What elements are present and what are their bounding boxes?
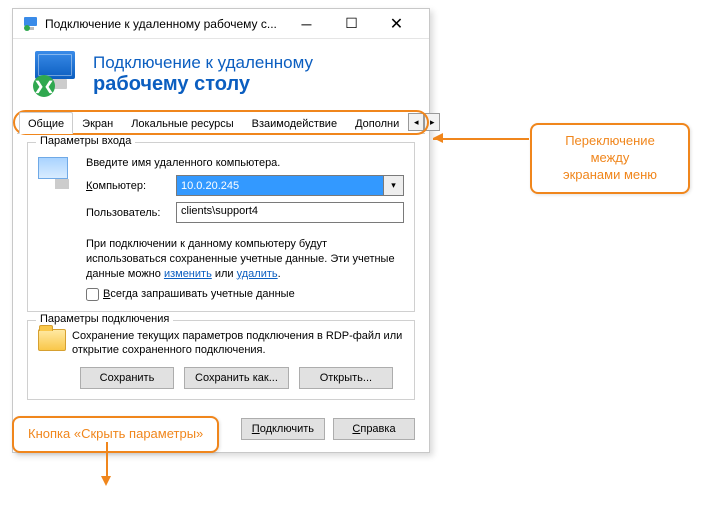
tabs-bar: Общие Экран Локальные ресурсы Взаимодейс… [17,111,425,134]
login-computer-icon [38,157,86,229]
tab-local-resources[interactable]: Локальные ресурсы [122,112,242,133]
always-ask-label: Всегда запрашивать учетные данные [103,288,295,300]
titlebar: Подключение к удаленному рабочему с... ─… [13,9,429,39]
minimize-button[interactable]: ─ [284,9,329,39]
app-icon [23,16,39,32]
user-readonly: clients\support4 [176,202,404,223]
callout-tab-switch: Переключение между экранами меню [530,123,690,194]
arrow-to-hide [106,442,108,478]
computer-dropdown-button[interactable]: ▾ [384,175,404,196]
computer-input[interactable] [176,175,384,196]
header-line2: рабочему столу [93,73,313,96]
user-label: Пользователь: [86,207,176,219]
arrow-to-tabs [433,138,529,140]
window-title: Подключение к удаленному рабочему с... [45,17,284,31]
connection-text: Сохранение текущих параметров подключени… [72,329,404,358]
close-button[interactable]: ✕ [374,9,419,39]
computer-label: Компьютер: [86,180,176,192]
tab-advanced[interactable]: Дополни [346,112,408,133]
maximize-button[interactable]: ☐ [329,9,374,39]
rdp-window: Подключение к удаленному рабочему с... ─… [12,8,430,453]
save-as-button[interactable]: Сохранить как... [184,367,289,389]
tab-general[interactable]: Общие [19,112,73,134]
rdp-hero-icon: ❯❮ [33,51,79,97]
folder-icon [38,329,66,358]
help-button[interactable]: Справка [333,418,415,440]
open-button[interactable]: Открыть... [299,367,393,389]
tab-experience[interactable]: Взаимодействие [243,112,346,133]
save-button[interactable]: Сохранить [80,367,174,389]
link-change-credentials[interactable]: изменить [164,268,212,280]
always-ask-checkbox[interactable] [86,288,99,301]
login-prompt: Введите имя удаленного компьютера. [86,157,404,169]
arrow-to-tabs-head [433,133,443,143]
header-line1: Подключение к удаленному [93,53,313,73]
link-delete-credentials[interactable]: удалить [237,268,278,280]
connection-groupbox: Параметры подключения Сохранение текущих… [27,320,415,401]
arrow-to-hide-head [101,476,111,486]
header: ❯❮ Подключение к удаленному рабочему сто… [13,39,429,111]
rdp-badge-icon: ❯❮ [33,75,55,97]
connect-button[interactable]: Подключить [241,418,325,440]
tab-scroll-right-button[interactable]: ▸ [424,113,440,131]
saved-credentials-info: При подключении к данному компьютеру буд… [86,237,404,282]
tab-scroll-left-button[interactable]: ◂ [408,113,424,131]
tab-display[interactable]: Экран [73,112,122,133]
login-legend: Параметры входа [36,135,135,147]
login-groupbox: Параметры входа Введите имя удаленного к… [27,142,415,312]
connection-legend: Параметры подключения [36,313,173,325]
callout-hide-button: Кнопка «Скрыть параметры» [12,416,219,453]
